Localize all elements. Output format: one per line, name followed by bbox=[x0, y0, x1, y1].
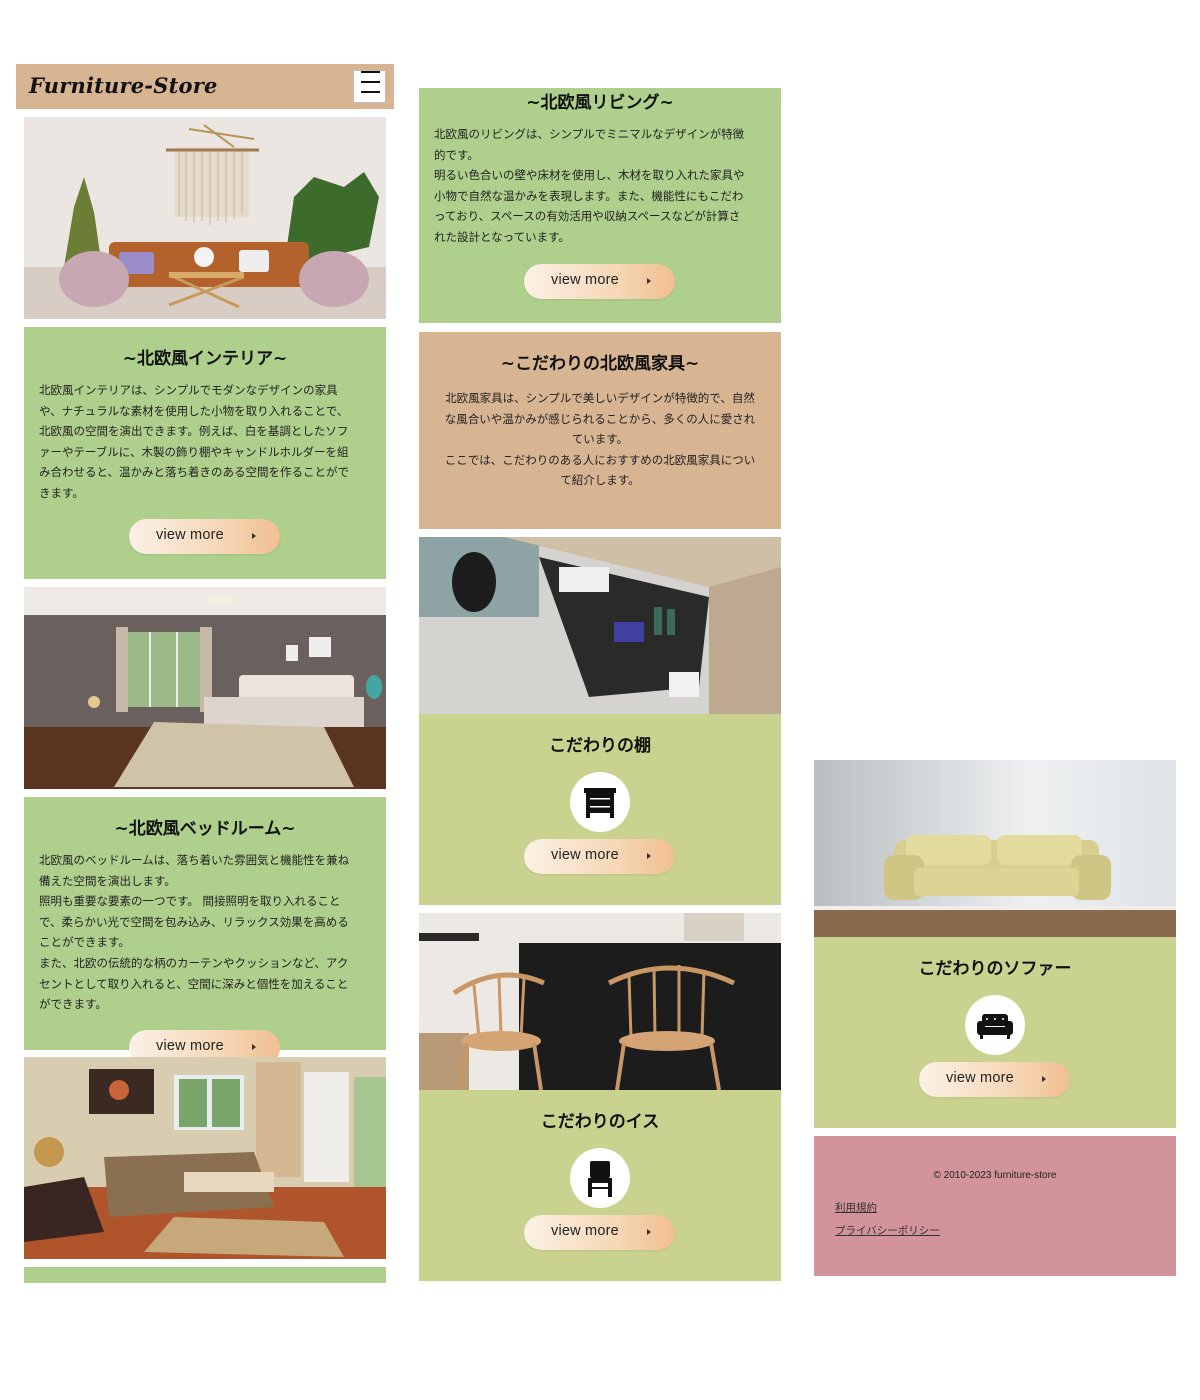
interior-title: ~北欧風インテリア~ bbox=[122, 349, 288, 369]
next-card-edge bbox=[24, 1267, 386, 1283]
terms-link[interactable]: 利用規約 bbox=[835, 1200, 877, 1215]
shelf-card: こだわりの棚 view more bbox=[419, 714, 781, 905]
shelf-title: こだわりの棚 bbox=[549, 736, 651, 756]
bedroom-title: ~北欧風ベッドルーム~ bbox=[114, 819, 296, 839]
site-logo[interactable]: Furniture-Store bbox=[29, 73, 218, 98]
caret-right-icon bbox=[647, 278, 651, 284]
living-view-more-button[interactable]: view more bbox=[524, 264, 675, 299]
hamburger-menu-icon[interactable] bbox=[353, 70, 386, 103]
copyright-text: © 2010-2023 furniture-store bbox=[933, 1170, 1057, 1181]
chair-card: こだわりのイス view more bbox=[419, 1090, 781, 1281]
furniture-title: ~こだわりの北欧風家具~ bbox=[500, 354, 700, 374]
caret-right-icon bbox=[252, 533, 256, 539]
privacy-policy-link[interactable]: プライバシーポリシー bbox=[835, 1223, 940, 1238]
living-title: ~北欧風リビング~ bbox=[526, 93, 674, 113]
caret-right-icon bbox=[252, 1044, 256, 1050]
shelf-view-more-button[interactable]: view more bbox=[524, 839, 675, 874]
chairs-photo bbox=[419, 913, 781, 1090]
interior-card: ~北欧風インテリア~ 北欧風インテリアは、シンプルでモダンなデザインの家具 や、ナ… bbox=[24, 327, 386, 579]
chair-view-more-button[interactable]: view more bbox=[524, 1215, 675, 1250]
living-body: 北欧風のリビングは、シンプルでミニマルなデザインが特徴 的です。 明るい色合いの壁… bbox=[434, 127, 745, 244]
lounge-photo bbox=[24, 1057, 386, 1259]
drawer-photo bbox=[419, 537, 781, 714]
sofa-card: こだわりのソファー view more bbox=[814, 937, 1176, 1128]
caret-right-icon bbox=[647, 1229, 651, 1235]
sofa-photo bbox=[814, 760, 1176, 937]
cabinet-icon bbox=[570, 772, 630, 832]
bedroom-photo bbox=[24, 587, 386, 789]
chair-icon bbox=[570, 1148, 630, 1208]
living-card: ~北欧風リビング~ 北欧風のリビングは、シンプルでミニマルなデザインが特徴 的です… bbox=[419, 88, 781, 323]
caret-right-icon bbox=[647, 853, 651, 859]
furniture-body: 北欧風家具は、シンプルで美しいデザインが特徴的で、自然 な風合いや温かみが感じられ… bbox=[444, 391, 756, 488]
chair-title: こだわりのイス bbox=[540, 1112, 660, 1132]
sofa-view-more-button[interactable]: view more bbox=[919, 1062, 1070, 1097]
site-footer: © 2010-2023 furniture-store 利用規約 プライバシーポ… bbox=[814, 1136, 1176, 1276]
interior-view-more-button[interactable]: view more bbox=[129, 519, 280, 554]
living-room-photo bbox=[24, 117, 386, 319]
caret-right-icon bbox=[1042, 1076, 1046, 1082]
sofa-title: こだわりのソファー bbox=[918, 959, 1072, 979]
furniture-intro-card: ~こだわりの北欧風家具~ 北欧風家具は、シンプルで美しいデザインが特徴的で、自然… bbox=[419, 332, 781, 529]
sofa-icon bbox=[965, 995, 1025, 1055]
bedroom-card: ~北欧風ベッドルーム~ 北欧風のベッドルームは、落ち着いた雰囲気と機能性を兼ね備… bbox=[24, 797, 386, 1065]
bedroom-body: 北欧風のベッドルームは、落ち着いた雰囲気と機能性を兼ね 備えた空間を演出します。 … bbox=[39, 853, 350, 1012]
site-header: Furniture-Store bbox=[16, 64, 394, 109]
interior-body: 北欧風インテリアは、シンプルでモダンなデザインの家具 や、ナチュラルな素材を使用し… bbox=[39, 383, 350, 500]
